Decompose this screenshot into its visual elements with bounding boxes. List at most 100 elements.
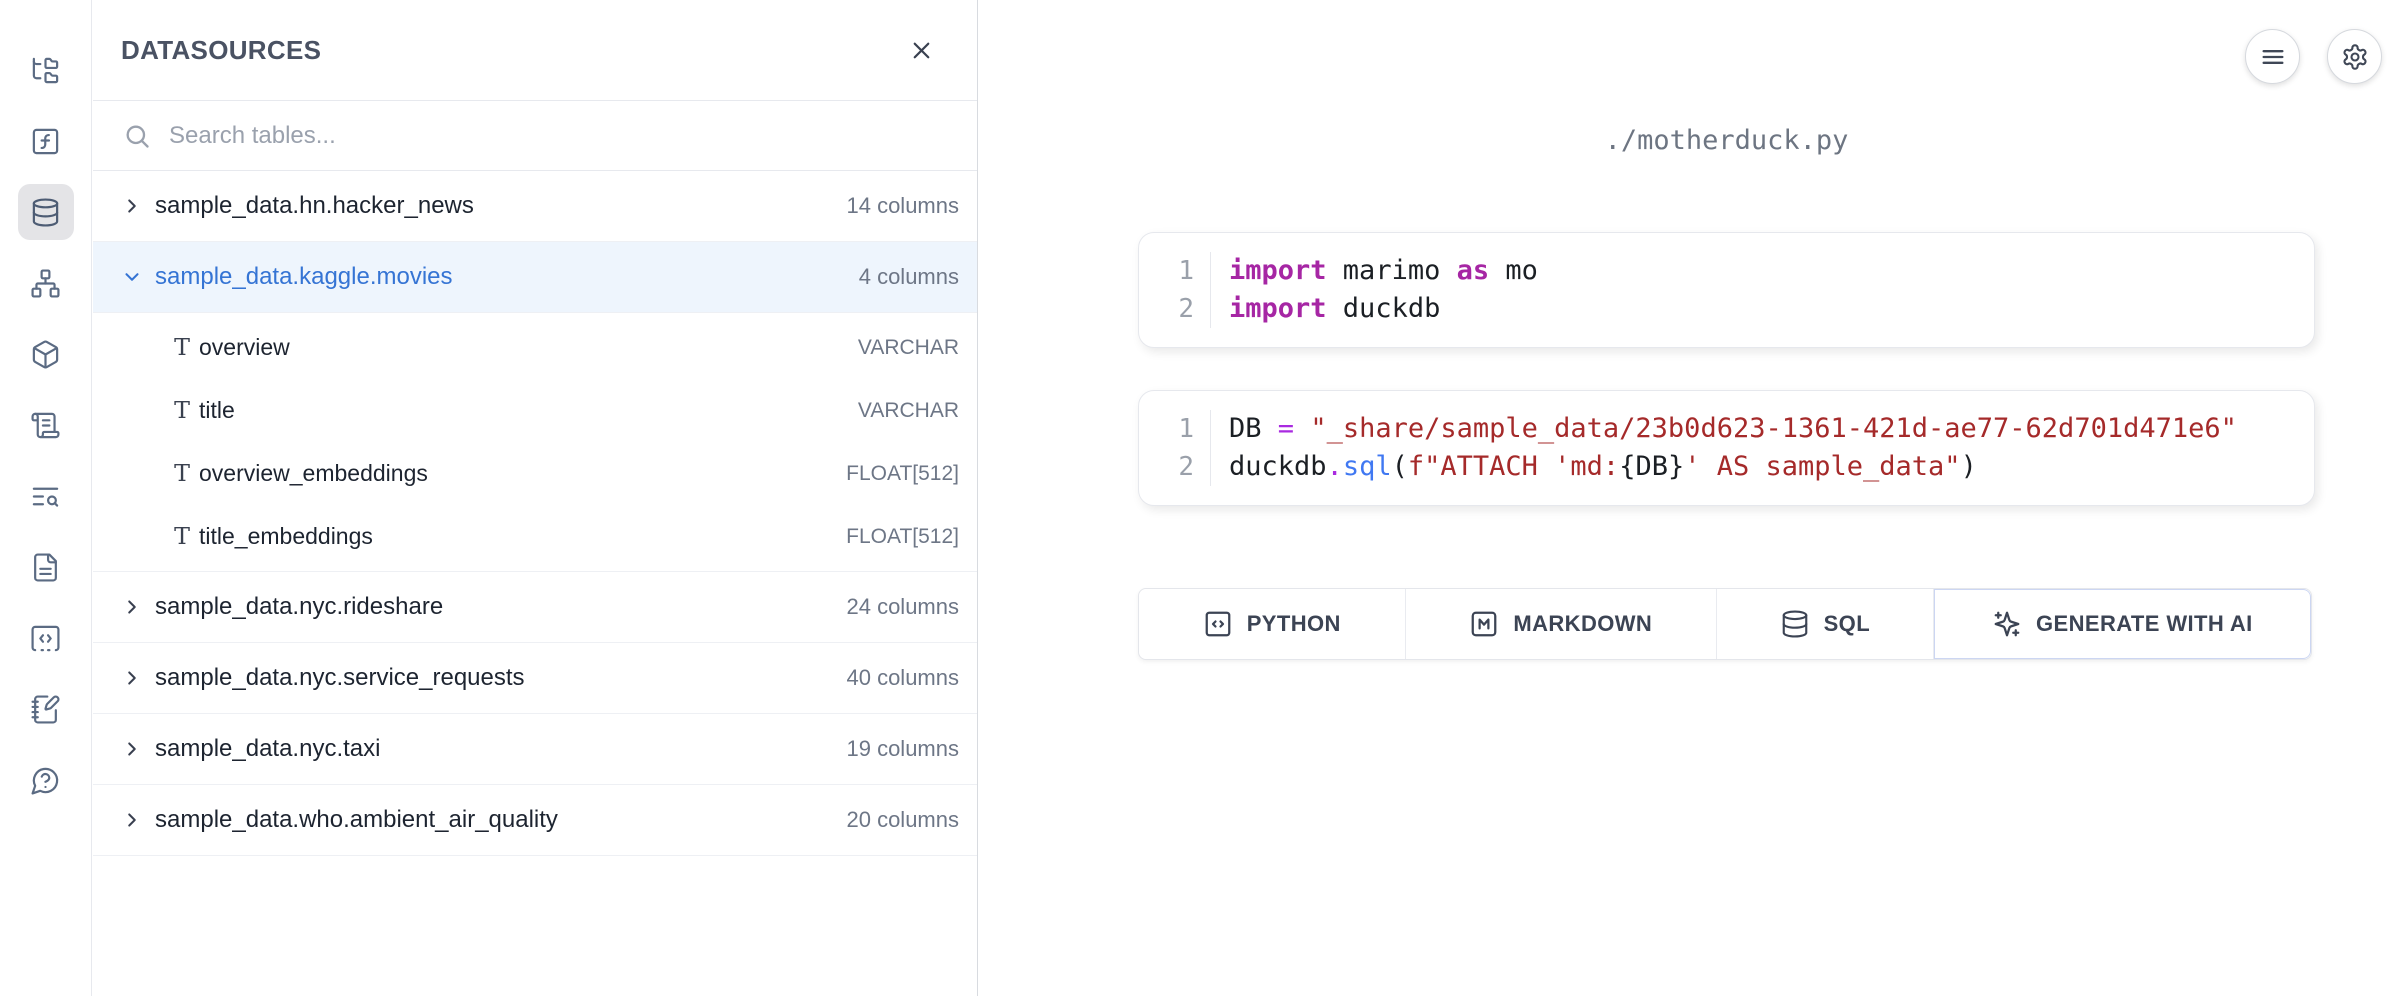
file-text-icon [30, 552, 61, 583]
table-row[interactable]: sample_data.nyc.rideshare24 columns [93, 572, 977, 643]
svg-text:T: T [174, 396, 190, 424]
type-text-icon: T [165, 396, 199, 426]
column-name: overview_embeddings [199, 460, 846, 487]
column-type: VARCHAR [858, 399, 959, 423]
column-row[interactable]: TtitleVARCHAR [93, 379, 977, 442]
sidebar-button-code-snippet[interactable] [18, 610, 74, 666]
chevron-down-icon [121, 266, 143, 288]
add-cell-button-label: MARKDOWN [1513, 611, 1652, 637]
chevron-right-icon [121, 596, 143, 618]
table-name: sample_data.kaggle.movies [155, 263, 859, 291]
sidebar-button-sitemap[interactable] [18, 255, 74, 311]
code-cell: 12DB = "_share/sample_data/23b0d623-1361… [1138, 390, 2315, 506]
database-icon [1780, 609, 1810, 639]
table-column-count: 20 columns [846, 807, 959, 833]
database-icon [30, 197, 61, 228]
markdown-icon [1469, 609, 1499, 639]
sidebar-button-file-tree[interactable] [18, 42, 74, 98]
column-row[interactable]: Ttitle_embeddingsFLOAT[512] [93, 505, 977, 568]
table-row[interactable]: sample_data.who.ambient_air_quality20 co… [93, 785, 977, 856]
svg-text:T: T [174, 459, 190, 487]
code-line: duckdb.sql(f"ATTACH 'md:{DB}' AS sample_… [1229, 448, 2314, 486]
chevron-right-icon [121, 195, 143, 217]
settings-icon [2341, 43, 2369, 71]
package-icon [30, 339, 61, 370]
type-text-icon: T [165, 333, 199, 363]
table-name: sample_data.who.ambient_air_quality [155, 806, 846, 834]
table-row[interactable]: sample_data.kaggle.movies4 columns [93, 242, 977, 313]
code-editor[interactable]: import marimo as moimport duckdb [1211, 252, 2314, 328]
notebook-pen-icon [30, 694, 61, 725]
type-text-icon: T [165, 459, 199, 489]
table-name: sample_data.nyc.rideshare [155, 593, 846, 621]
code-line: import marimo as mo [1229, 252, 2314, 290]
table-column-count: 19 columns [846, 736, 959, 762]
search-icon [123, 122, 151, 150]
table-row[interactable]: sample_data.hn.hacker_news14 columns [93, 171, 977, 242]
table-column-count: 24 columns [846, 594, 959, 620]
sidebar-button-database[interactable] [18, 184, 74, 240]
table-row[interactable]: sample_data.nyc.taxi19 columns [93, 714, 977, 785]
sparkles-icon [1992, 609, 2022, 639]
search-tables-input[interactable] [167, 121, 977, 151]
file-tree-icon [30, 55, 61, 86]
type-text-icon: T [165, 522, 199, 552]
tables-list: sample_data.hn.hacker_news14 columnssamp… [93, 171, 977, 856]
chevron-right-icon [121, 667, 143, 689]
svg-text:T: T [174, 333, 190, 361]
column-name: title [199, 397, 858, 424]
chevron-right-icon [121, 809, 143, 831]
sidebar-button-list-search[interactable] [18, 468, 74, 524]
chevron-right-icon [121, 667, 143, 689]
table-columns-list: ToverviewVARCHARTtitleVARCHARToverview_e… [93, 313, 977, 572]
sidebar-button-file-text[interactable] [18, 539, 74, 595]
top-actions [2245, 29, 2382, 84]
chevron-right-icon [121, 738, 143, 760]
column-row[interactable]: Toverview_embeddingsFLOAT[512] [93, 442, 977, 505]
sidebar-button-notebook-pen[interactable] [18, 681, 74, 737]
sidebar-button-scroll[interactable] [18, 397, 74, 453]
menu-button[interactable] [2245, 29, 2300, 84]
panel-title: DATASOURCES [121, 35, 321, 66]
chevron-right-icon [121, 809, 143, 831]
x-icon [908, 37, 935, 64]
table-search-row [93, 101, 977, 171]
code-line: DB = "_share/sample_data/23b0d623-1361-4… [1229, 410, 2314, 448]
table-name: sample_data.nyc.service_requests [155, 664, 846, 692]
sitemap-icon [30, 268, 61, 299]
column-type: FLOAT[512] [846, 462, 959, 486]
column-name: title_embeddings [199, 523, 846, 550]
chevron-down-icon [121, 266, 143, 288]
add-cell-markdown-button[interactable]: MARKDOWN [1406, 589, 1717, 659]
code-cell: 12import marimo as moimport duckdb [1138, 232, 2315, 348]
column-row[interactable]: ToverviewVARCHAR [93, 316, 977, 379]
add-cell-python-button[interactable]: PYTHON [1139, 589, 1406, 659]
close-datasources-button[interactable] [908, 37, 935, 64]
list-search-icon [30, 481, 61, 512]
settings-button[interactable] [2327, 29, 2382, 84]
table-column-count: 14 columns [846, 193, 959, 219]
activity-bar [0, 0, 92, 996]
chevron-right-icon [121, 738, 143, 760]
add-cell-sql-button[interactable]: SQL [1717, 589, 1934, 659]
sidebar-button-package[interactable] [18, 326, 74, 382]
column-type: FLOAT[512] [846, 525, 959, 549]
table-column-count: 4 columns [859, 264, 959, 290]
marimo-app: DATASOURCES sample_data.hn.hacker_news14… [0, 0, 2399, 996]
add-cell-generate-with-ai-button[interactable]: GENERATE WITH AI [1934, 589, 2311, 659]
datasources-panel-header: DATASOURCES [93, 0, 977, 101]
sidebar-button-function-square[interactable] [18, 113, 74, 169]
menu-icon [2259, 43, 2287, 71]
code-editor[interactable]: DB = "_share/sample_data/23b0d623-1361-4… [1211, 410, 2314, 486]
table-name: sample_data.nyc.taxi [155, 735, 846, 763]
chevron-right-icon [121, 195, 143, 217]
notebook-filename: ./motherduck.py [1138, 125, 2315, 156]
column-type: VARCHAR [858, 336, 959, 360]
svg-text:T: T [174, 522, 190, 550]
sidebar-button-help-circle[interactable] [18, 752, 74, 808]
table-row[interactable]: sample_data.nyc.service_requests40 colum… [93, 643, 977, 714]
add-cell-button-label: PYTHON [1247, 611, 1341, 637]
add-cell-button-label: SQL [1824, 611, 1870, 637]
add-cell-row: PYTHON MARKDOWN SQL GENERATE WITH AI [1138, 588, 2312, 660]
column-name: overview [199, 334, 858, 361]
